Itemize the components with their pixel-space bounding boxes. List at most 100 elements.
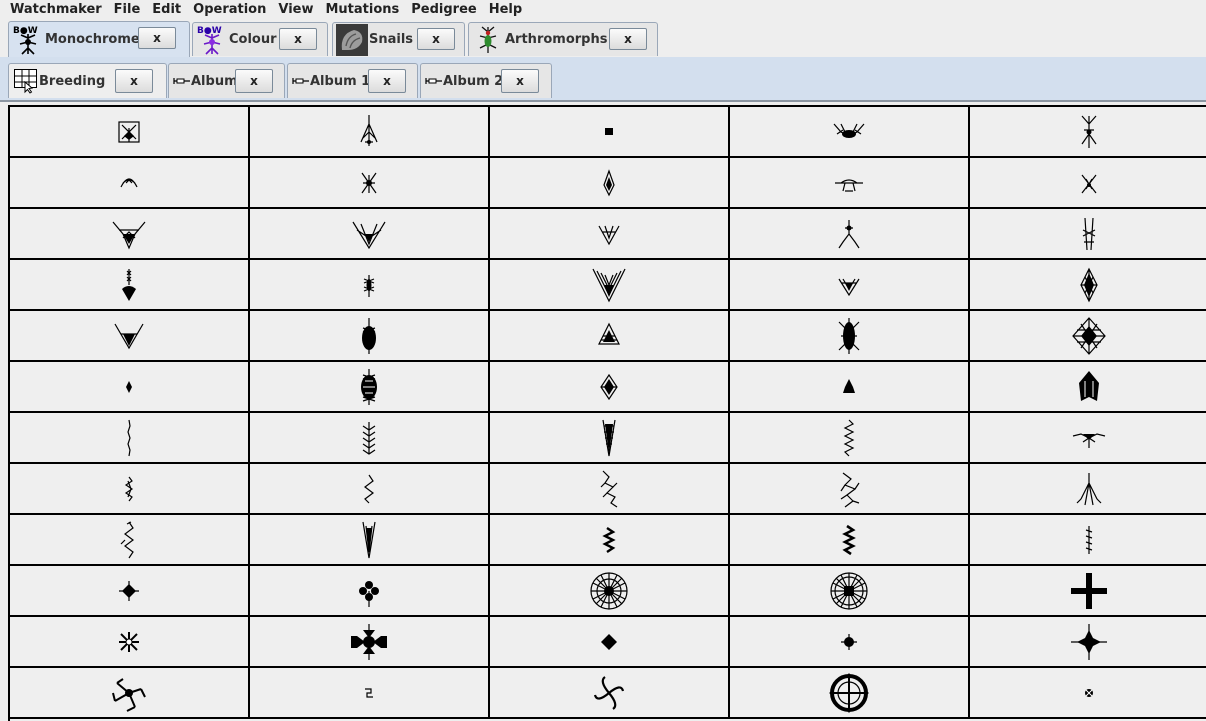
menu-help[interactable]: Help: [483, 0, 528, 20]
biomorph-drawing: [1072, 432, 1106, 448]
close-breeding-tab-button[interactable]: x: [115, 69, 153, 93]
biomorph-cell[interactable]: [970, 209, 1206, 260]
biomorph-cell[interactable]: [250, 260, 490, 311]
biomorph-drawing: [127, 419, 131, 456]
biomorph-drawing: [1081, 174, 1097, 193]
menu-file[interactable]: File: [108, 0, 147, 20]
biomorph-cell[interactable]: [10, 107, 250, 158]
biomorph-cell[interactable]: [10, 158, 250, 209]
album-pin-icon: [173, 78, 190, 84]
biomorph-cell[interactable]: [250, 617, 490, 668]
biomorph-cell[interactable]: [730, 515, 970, 566]
album-panel: [0, 100, 1206, 721]
biomorph-cell[interactable]: [10, 668, 250, 719]
biomorph-cell[interactable]: [10, 566, 250, 617]
tab-arthromorphs[interactable]: Arthromorphs x: [468, 22, 658, 56]
biomorph-cell[interactable]: [730, 566, 970, 617]
tab-album-1[interactable]: Album 1 x: [287, 63, 418, 98]
tab-arthromorphs-label: Arthromorphs: [505, 32, 608, 47]
biomorph-cell[interactable]: [250, 107, 490, 158]
tab-album[interactable]: Album x: [168, 63, 285, 98]
biomorph-cell[interactable]: [490, 668, 730, 719]
biomorph-cell[interactable]: [10, 617, 250, 668]
tab-album-2[interactable]: Album 2 x: [420, 63, 552, 98]
biomorph-cell[interactable]: [730, 107, 970, 158]
biomorph-drawing: [600, 470, 618, 507]
biomorph-cell[interactable]: [250, 464, 490, 515]
tab-album-label: Album: [191, 73, 238, 89]
biomorph-cell[interactable]: [490, 260, 730, 311]
biomorph-cell[interactable]: [970, 107, 1206, 158]
biomorph-cell[interactable]: [490, 566, 730, 617]
biomorph-cell[interactable]: [970, 515, 1206, 566]
biomorph-cell[interactable]: [490, 362, 730, 413]
biomorph-cell[interactable]: [730, 413, 970, 464]
biomorph-cell[interactable]: [10, 413, 250, 464]
biomorph-cell[interactable]: [250, 515, 490, 566]
biomorph-cell[interactable]: [970, 260, 1206, 311]
biomorph-cell[interactable]: [10, 311, 250, 362]
biomorph-cell[interactable]: [490, 617, 730, 668]
tab-monochrome[interactable]: B●W Monochrome x: [8, 21, 190, 57]
tab-snails[interactable]: Snails x: [332, 22, 465, 56]
biomorph-drawing: [118, 120, 140, 143]
biomorph-cell[interactable]: [970, 158, 1206, 209]
biomorph-cell[interactable]: [730, 464, 970, 515]
biomorph-cell[interactable]: [490, 209, 730, 260]
menu-pedigree[interactable]: Pedigree: [405, 0, 482, 20]
biomorph-cell[interactable]: [970, 413, 1206, 464]
tab-album-2-label: Album 2: [443, 73, 504, 89]
biomorph-drawing: [843, 378, 855, 393]
biomorph-drawing: [365, 687, 373, 698]
biomorph-cell[interactable]: [730, 158, 970, 209]
biomorph-cell[interactable]: [730, 362, 970, 413]
biomorph-cell[interactable]: [10, 362, 250, 413]
menu-watchmaker[interactable]: Watchmaker: [0, 0, 108, 20]
menu-edit[interactable]: Edit: [146, 0, 187, 20]
biomorph-cell[interactable]: [250, 362, 490, 413]
close-monochrome-tab-button[interactable]: x: [138, 27, 176, 49]
biomorph-cell[interactable]: [490, 515, 730, 566]
menu-view[interactable]: View: [272, 0, 319, 20]
menu-operation[interactable]: Operation: [187, 0, 272, 20]
close-arthromorphs-tab-button[interactable]: x: [609, 28, 647, 50]
biomorph-cell[interactable]: [730, 260, 970, 311]
close-snails-tab-button[interactable]: x: [417, 28, 455, 50]
biomorph-drawing: [119, 631, 139, 652]
biomorph-cell[interactable]: [970, 362, 1206, 413]
close-album-tab-button[interactable]: x: [235, 69, 273, 93]
biomorph-cell[interactable]: [730, 311, 970, 362]
close-album-2-tab-button[interactable]: x: [501, 69, 539, 93]
svg-text:B●W: B●W: [197, 26, 222, 36]
biomorph-cell[interactable]: [490, 413, 730, 464]
biomorph-cell[interactable]: [10, 260, 250, 311]
biomorph-cell[interactable]: [730, 617, 970, 668]
biomorph-cell[interactable]: [970, 311, 1206, 362]
biomorph-cell[interactable]: [250, 566, 490, 617]
tab-breeding[interactable]: Breeding x: [8, 63, 167, 98]
tab-colour[interactable]: B●W Colour x: [192, 22, 328, 56]
close-album-1-tab-button[interactable]: x: [368, 69, 406, 93]
menu-mutations[interactable]: Mutations: [319, 0, 405, 20]
biomorph-cell[interactable]: [250, 668, 490, 719]
biomorph-drawing: [1079, 370, 1099, 401]
biomorph-drawing: [842, 524, 856, 555]
biomorph-cell[interactable]: [490, 464, 730, 515]
biomorph-cell[interactable]: [250, 158, 490, 209]
biomorph-cell[interactable]: [730, 668, 970, 719]
biomorph-cell[interactable]: [970, 464, 1206, 515]
biomorph-cell[interactable]: [250, 413, 490, 464]
biomorph-cell[interactable]: [970, 668, 1206, 719]
biomorph-cell[interactable]: [250, 209, 490, 260]
biomorph-cell[interactable]: [10, 464, 250, 515]
biomorph-cell[interactable]: [970, 566, 1206, 617]
biomorph-cell[interactable]: [490, 107, 730, 158]
close-colour-tab-button[interactable]: x: [279, 28, 317, 50]
biomorph-cell[interactable]: [970, 617, 1206, 668]
biomorph-cell[interactable]: [250, 311, 490, 362]
biomorph-cell[interactable]: [490, 311, 730, 362]
biomorph-cell[interactable]: [490, 158, 730, 209]
biomorph-cell[interactable]: [10, 209, 250, 260]
biomorph-cell[interactable]: [10, 515, 250, 566]
biomorph-cell[interactable]: [730, 209, 970, 260]
